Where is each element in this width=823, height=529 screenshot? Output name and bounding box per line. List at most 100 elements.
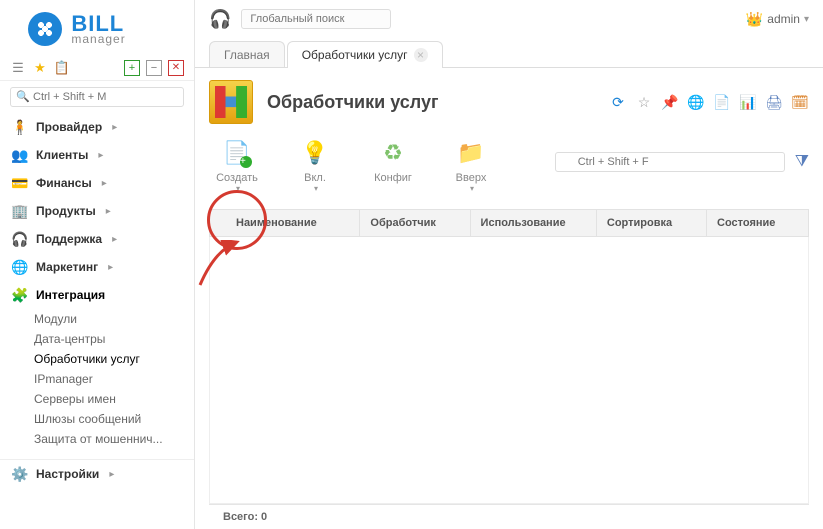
grid-body [209,237,809,504]
config-button[interactable]: ♻ Конфиг [365,138,421,193]
sidebar-search [0,81,194,113]
sidebar-toolbar: ☰ ★ 📋 + − ✕ [0,56,194,81]
filter-input[interactable] [555,152,785,172]
refresh-icon[interactable]: ⟳ [609,93,627,111]
enable-button[interactable]: 💡 Вкл.▾ [287,138,343,193]
tab-close-icon[interactable]: × [414,48,428,62]
sidebar-nav: Провайдер ▸ Клиенты ▸ Финансы ▸ Продукты… [0,113,194,309]
favorite-icon[interactable]: ☆ [635,93,653,111]
col-spacer [210,210,226,236]
close-panel-icon[interactable]: ✕ [168,60,184,76]
chevron-right-icon: ▸ [109,469,114,480]
sidebar-item-label: Провайдер [36,120,102,134]
support-icon [12,231,28,247]
chevron-down-icon: ▾ [804,14,809,25]
col-usage[interactable]: Использование [471,210,597,236]
tab-label: Главная [224,48,270,62]
settings-icon [12,466,28,482]
user-name: admin [767,12,800,26]
sidebar-item-label: Продукты [36,204,96,218]
new-document-icon: 📄 [222,138,252,168]
action-row: 📄 Создать▾ 💡 Вкл.▾ ♻ Конфиг 📁 Вверх▾ [209,138,809,193]
tab-bar: Главная Обработчики услуг × [195,38,823,68]
up-button[interactable]: 📁 Вверх▾ [443,138,499,193]
topbar: 🎧 👑 admin ▾ [195,0,823,38]
global-search-input[interactable] [241,9,391,29]
sidebar-item-label: Настройки [36,467,99,481]
finances-icon [12,175,28,191]
subnav-ipmanager[interactable]: IPmanager [34,369,194,389]
page-header: Обработчики услуг ⟳ ☆ 📌 🌐 📄 📊 🖨 🗓 [209,80,809,124]
chevron-right-icon: ▸ [112,122,117,133]
sidebar-item-label: Поддержка [36,232,102,246]
brand-sub: manager [71,33,125,45]
col-state[interactable]: Состояние [707,210,808,236]
pin-icon[interactable]: 📌 [661,93,679,111]
subnav-antifraud[interactable]: Защита от мошеннич... [34,429,194,449]
sidebar-item-products[interactable]: Продукты ▸ [0,197,194,225]
action-label: Вверх [456,172,487,184]
page-content: Обработчики услуг ⟳ ☆ 📌 🌐 📄 📊 🖨 🗓 📄 Созд… [195,68,823,529]
products-icon [12,203,28,219]
tab-main[interactable]: Главная [209,41,285,67]
table-settings-icon[interactable]: 🗓 [791,93,809,111]
grid-total: Всего: 0 [223,511,267,523]
support-headset-icon[interactable]: 🎧 [209,9,231,30]
action-label: Создать [216,172,258,184]
folder-up-icon: 📁 [456,138,486,168]
sidebar-item-label: Маркетинг [36,260,98,274]
collapse-all-icon[interactable]: − [146,60,162,76]
action-label: Конфиг [374,172,412,184]
clients-icon [12,147,28,163]
col-sort[interactable]: Сортировка [597,210,707,236]
chevron-right-icon: ▸ [108,262,113,273]
sidebar-subnav-integration: Модули Дата-центры Обработчики услуг IPm… [0,309,194,455]
lightbulb-icon: 💡 [300,138,330,168]
integration-icon [12,287,28,303]
user-avatar-icon: 👑 [746,11,763,28]
col-name[interactable]: Наименование [226,210,360,236]
sidebar-search-input[interactable] [10,87,184,107]
sidebar-item-marketing[interactable]: Маркетинг ▸ [0,253,194,281]
sidebar-item-integration[interactable]: Интеграция [0,281,194,309]
sidebar-item-label: Интеграция [36,288,105,302]
globe-icon[interactable]: 🌐 [687,93,705,111]
sidebar-item-finances[interactable]: Финансы ▸ [0,169,194,197]
sidebar-item-label: Клиенты [36,148,88,162]
page-head-actions: ⟳ ☆ 📌 🌐 📄 📊 🖨 🗓 [609,93,809,111]
print-icon[interactable]: 🖨 [765,93,783,111]
marketing-icon [12,259,28,275]
puzzle-icon [209,80,253,124]
sidebar-item-settings[interactable]: Настройки ▸ [0,459,194,488]
subnav-modules[interactable]: Модули [34,309,194,329]
clipboard-icon[interactable]: 📋 [54,60,70,76]
subnav-gateways[interactable]: Шлюзы сообщений [34,409,194,429]
brand-logo: BILL manager [0,0,194,56]
filter-icon[interactable]: ⧩ [795,153,809,171]
grid-header: Наименование Обработчик Использование Со… [209,209,809,237]
provider-icon [12,119,28,135]
sidebar-item-label: Финансы [36,176,92,190]
tab-processors[interactable]: Обработчики услуг × [287,41,443,68]
favorites-icon[interactable]: ★ [32,60,48,76]
create-button[interactable]: 📄 Создать▾ [209,138,265,193]
brand-mark-icon [28,12,62,46]
export-xls-icon[interactable]: 📊 [739,93,757,111]
subnav-nameservers[interactable]: Серверы имен [34,389,194,409]
chevron-right-icon: ▸ [102,178,107,189]
expand-all-icon[interactable]: + [124,60,140,76]
export-doc-icon[interactable]: 📄 [713,93,731,111]
col-handler[interactable]: Обработчик [360,210,470,236]
layout-icon[interactable]: ☰ [10,60,26,76]
sidebar-item-clients[interactable]: Клиенты ▸ [0,141,194,169]
sidebar-item-provider[interactable]: Провайдер ▸ [0,113,194,141]
chevron-right-icon: ▸ [112,234,117,245]
main-region: 🎧 👑 admin ▾ Главная Обработчики услуг × … [195,0,823,529]
subnav-datacenters[interactable]: Дата-центры [34,329,194,349]
sidebar: BILL manager ☰ ★ 📋 + − ✕ Провайдер ▸ Кли… [0,0,195,529]
tab-label: Обработчики услуг [302,48,408,62]
sidebar-item-support[interactable]: Поддержка ▸ [0,225,194,253]
chevron-right-icon: ▸ [106,206,111,217]
user-menu[interactable]: 👑 admin ▾ [746,11,809,28]
subnav-processors[interactable]: Обработчики услуг [34,349,194,369]
